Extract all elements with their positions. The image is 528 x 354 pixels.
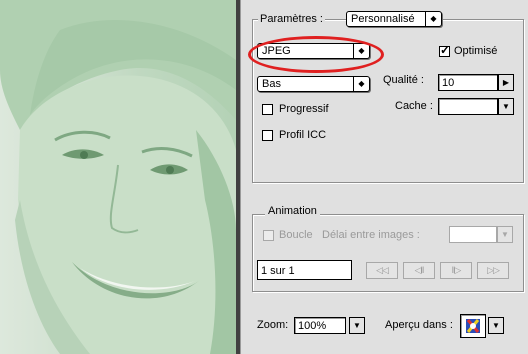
browser-icon	[466, 319, 480, 333]
browser-preview-button[interactable]	[460, 314, 486, 338]
zoom-value: 100%	[298, 320, 327, 332]
image-preview	[0, 0, 236, 354]
last-frame-icon: ▷▷	[487, 265, 500, 275]
icc-profile-checkbox[interactable]	[262, 130, 273, 141]
quality-value: 10	[442, 77, 455, 89]
blur-label: Cache :	[395, 100, 433, 112]
down-arrow-icon: ▼	[501, 230, 509, 239]
quality-input[interactable]: 10	[438, 74, 498, 91]
blur-input[interactable]	[438, 98, 498, 115]
icc-profile-label: Profil ICC	[279, 129, 327, 141]
zoom-input[interactable]: 100%	[294, 317, 346, 334]
previous-frame-button[interactable]: ◁‖	[403, 262, 435, 279]
progressive-label: Progressif	[279, 103, 329, 115]
progressive-checkbox[interactable]	[262, 104, 273, 115]
save-for-web-window: Paramètres : Personnalisé ◆ JPEG ◆ ✓ Opt…	[0, 0, 528, 354]
next-frame-button[interactable]: ‖▷	[440, 262, 472, 279]
animation-title: Animation	[265, 204, 320, 218]
settings-preset-select[interactable]: Personnalisé ◆	[346, 11, 442, 27]
quality-label: Qualité :	[383, 74, 424, 86]
browser-dropdown[interactable]: ▼	[488, 317, 504, 334]
optimized-label: Optimisé	[454, 45, 498, 57]
settings-preset-value: Personnalisé	[351, 13, 415, 25]
previous-frame-icon: ◁‖	[414, 265, 425, 275]
updown-arrows-icon: ◆	[425, 12, 441, 26]
portrait-photo	[0, 0, 236, 354]
next-frame-icon: ‖▷	[451, 265, 462, 275]
updown-arrows-icon: ◆	[353, 77, 369, 91]
settings-label: Paramètres :	[258, 12, 325, 26]
quality-preset-select[interactable]: Bas ◆	[257, 76, 370, 92]
down-arrow-icon: ▼	[492, 321, 500, 330]
frame-counter-text: 1 sur 1	[261, 265, 295, 277]
optimized-checkbox[interactable]: ✓	[439, 43, 451, 57]
first-frame-button[interactable]: ◁◁	[366, 262, 398, 279]
frame-delay-label: Délai entre images :	[322, 229, 420, 241]
checkmark-icon: ✓	[440, 43, 451, 57]
zoom-dropdown[interactable]: ▼	[349, 317, 365, 334]
last-frame-button[interactable]: ▷▷	[477, 262, 509, 279]
blur-dropdown[interactable]: ▼	[498, 98, 514, 115]
zoom-label: Zoom:	[257, 319, 289, 331]
highlight-ellipse	[248, 36, 384, 73]
right-arrow-icon: ▶	[502, 78, 510, 87]
loop-label: Boucle	[279, 229, 313, 241]
quality-stepper[interactable]: ▶	[498, 74, 514, 91]
loop-checkbox[interactable]	[263, 230, 274, 241]
frame-counter: 1 sur 1	[257, 260, 352, 280]
frame-delay-input[interactable]	[449, 226, 497, 243]
down-arrow-icon: ▼	[353, 321, 361, 330]
quality-preset-value: Bas	[262, 78, 281, 90]
down-arrow-icon: ▼	[502, 102, 510, 111]
frame-delay-dropdown[interactable]: ▼	[497, 226, 513, 243]
preview-in-label: Aperçu dans :	[385, 319, 453, 331]
first-frame-icon: ◁◁	[376, 265, 389, 275]
